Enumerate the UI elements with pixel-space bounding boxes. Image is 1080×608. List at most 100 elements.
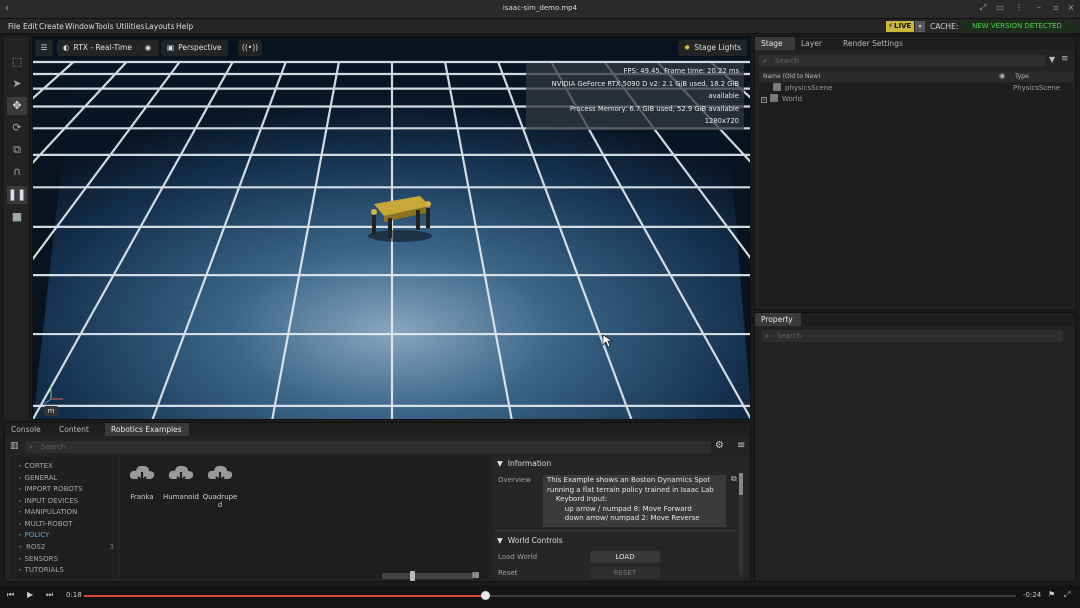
menu-help[interactable]: Help bbox=[176, 22, 193, 31]
select-mode-icon[interactable]: ⬚ bbox=[7, 53, 27, 71]
render-mode-button[interactable]: ◐ RTX - Real-Time bbox=[57, 40, 138, 56]
thumbnail-size-slider[interactable] bbox=[382, 571, 474, 581]
minimize-icon[interactable]: – bbox=[1032, 3, 1046, 15]
menu-file[interactable]: File bbox=[8, 22, 21, 31]
overview-text: This Example shows an Boston Dynamics Sp… bbox=[543, 475, 726, 527]
rotate-icon[interactable]: ⟳ bbox=[7, 119, 27, 137]
category-sensors[interactable]: • SENSORS bbox=[18, 554, 58, 565]
pip-icon[interactable]: ▭ bbox=[993, 3, 1007, 15]
stats-fps: FPS: 49.45, Frame time: 20.22 ms bbox=[623, 67, 739, 75]
example-franka[interactable]: Franka bbox=[124, 463, 160, 501]
stage-panel: Stage Layer Render Settings ⌕ Search ▼ ≡… bbox=[754, 36, 1076, 310]
example-quadruped[interactable]: Quadruped bbox=[202, 463, 238, 509]
stage-menu-icon[interactable]: ≡ bbox=[1061, 54, 1069, 64]
play-icon[interactable]: ▶ bbox=[27, 590, 33, 599]
menu-bar: File Edit Create Window Tools Utilities … bbox=[0, 19, 1080, 34]
category-ros2[interactable]: + ROS2 3 bbox=[18, 542, 114, 553]
tab-layer[interactable]: Layer bbox=[795, 37, 837, 50]
filter-icon[interactable]: ▥ bbox=[10, 441, 19, 451]
examples-search-placeholder: Search bbox=[41, 443, 66, 451]
category-policy[interactable]: • POLICY bbox=[18, 530, 49, 541]
cache-status: CACHE: bbox=[930, 22, 959, 31]
example-humanoid[interactable]: Humanoid bbox=[160, 463, 202, 501]
render-mode-label: RTX - Real-Time bbox=[73, 43, 132, 52]
more-icon[interactable]: ⋮ bbox=[1012, 3, 1026, 15]
slider-thumb[interactable] bbox=[410, 571, 415, 581]
menu-tools[interactable]: Tools bbox=[95, 22, 113, 31]
scale-icon[interactable]: ⧉ bbox=[7, 141, 27, 159]
filter-icon[interactable]: ▼ bbox=[1049, 55, 1055, 64]
seek-thumb[interactable] bbox=[480, 591, 490, 600]
category-import-robots[interactable]: • IMPORT ROBOTS bbox=[18, 484, 83, 495]
collapse-icon: ▼ bbox=[497, 459, 503, 468]
close-icon[interactable]: × bbox=[1064, 3, 1078, 15]
stage-lights-button[interactable]: ✹ Stage Lights bbox=[678, 40, 747, 56]
tab-content[interactable]: Content bbox=[53, 423, 103, 436]
category-cortex[interactable]: • CORTEX bbox=[18, 461, 53, 472]
live-dropdown-icon[interactable]: ▾ bbox=[915, 21, 925, 32]
info-scrollbar[interactable] bbox=[739, 473, 743, 575]
bulb-icon: ◐ bbox=[63, 43, 70, 52]
menu-utilities[interactable]: Utilities bbox=[116, 22, 144, 31]
fullscreen-icon[interactable]: ⤢ bbox=[976, 3, 990, 15]
move-icon[interactable]: ✥ bbox=[7, 97, 27, 115]
seek-bar[interactable] bbox=[84, 591, 1016, 600]
column-type[interactable]: Type bbox=[1015, 73, 1029, 80]
camera-button[interactable]: ▣ Perspective bbox=[161, 40, 228, 56]
next-icon[interactable]: ⏭ bbox=[46, 590, 53, 600]
stats-gpu: NVIDIA GeForce RTX 5090 D v2: 2.1 GiB us… bbox=[551, 79, 739, 101]
audio-icon[interactable]: ((•)) bbox=[238, 40, 262, 56]
load-button[interactable]: LOAD bbox=[590, 551, 660, 563]
new-version-badge[interactable]: NEW VERSION DETECTED bbox=[958, 20, 1076, 33]
snap-icon[interactable]: ∩ bbox=[7, 163, 27, 181]
world-controls-header[interactable]: ▼ World Controls bbox=[497, 536, 563, 545]
tree-row-world[interactable]: + World bbox=[761, 94, 802, 105]
menu-edit[interactable]: Edit bbox=[23, 22, 38, 31]
menu-icon[interactable]: ≡ bbox=[737, 440, 745, 451]
scrollbar-thumb[interactable] bbox=[739, 473, 743, 495]
eye-icon[interactable]: ◉ bbox=[137, 40, 159, 56]
menu-layouts[interactable]: Layouts bbox=[145, 22, 174, 31]
stop-icon[interactable]: ■ bbox=[7, 208, 27, 226]
tab-console[interactable]: Console bbox=[5, 423, 49, 436]
axis-button[interactable]: m bbox=[44, 406, 58, 416]
column-name[interactable]: Name (Old to New) bbox=[763, 73, 820, 80]
viewport-settings-icon[interactable]: ☰ bbox=[35, 40, 53, 56]
menu-window[interactable]: Window bbox=[65, 22, 95, 31]
tab-render-settings[interactable]: Render Settings bbox=[837, 37, 917, 50]
sun-icon: ✹ bbox=[684, 43, 691, 52]
tab-property[interactable]: Property bbox=[755, 313, 801, 326]
viewport[interactable]: ☰ ◐ RTX - Real-Time ◉ ▣ Perspective ((•)) … bbox=[32, 36, 751, 420]
reset-button[interactable]: RESET bbox=[590, 567, 660, 579]
category-multi-robot[interactable]: • MULTI-ROBOT bbox=[18, 519, 72, 530]
category-general[interactable]: • GENERAL bbox=[18, 473, 57, 484]
tab-robotics-examples[interactable]: Robotics Examples bbox=[105, 423, 189, 436]
copy-icon[interactable]: ⧉ bbox=[731, 474, 737, 484]
category-input-devices[interactable]: • INPUT DEVICES bbox=[18, 496, 78, 507]
category-manipulation[interactable]: • MANIPULATION bbox=[18, 507, 77, 518]
menu-create[interactable]: Create bbox=[39, 22, 64, 31]
information-header[interactable]: ▼ Information bbox=[497, 459, 551, 468]
tree-row-physics-scene[interactable]: physicsScene bbox=[773, 83, 832, 94]
window-title: isaac-sim_demo.mp4 bbox=[502, 4, 578, 12]
property-search-input[interactable]: ⌕ Search bbox=[761, 330, 1063, 342]
viewport-toolbar: ☰ ◐ RTX - Real-Time ◉ ▣ Perspective ((•)) … bbox=[33, 37, 750, 59]
flag-icon[interactable]: ⚑ bbox=[1048, 590, 1055, 599]
visibility-column-icon: ◉ bbox=[999, 72, 1006, 80]
select-arrow-icon[interactable]: ➤ bbox=[7, 75, 27, 93]
category-tutorials[interactable]: • TUTORIALS bbox=[18, 565, 64, 576]
example-info-panel: ▼ Information Overview This Example shows… bbox=[493, 457, 745, 579]
example-label: Humanoid bbox=[163, 493, 199, 501]
stage-search-input[interactable]: ⌕ Search bbox=[759, 55, 1045, 67]
maximize-icon[interactable]: ▫ bbox=[1049, 3, 1063, 15]
gear-icon[interactable]: ⚙ bbox=[715, 440, 724, 451]
examples-search-input[interactable]: ⌕ Search bbox=[25, 441, 711, 453]
tab-stage[interactable]: Stage bbox=[755, 37, 795, 50]
expand-icon[interactable]: ⤢ bbox=[1064, 590, 1070, 600]
pause-icon[interactable]: ❚❚ bbox=[7, 186, 27, 204]
examples-grid: Franka Humanoid Quadruped ▦ bbox=[120, 457, 488, 581]
expand-icon[interactable]: + bbox=[761, 97, 767, 103]
grid-view-icon[interactable]: ▦ bbox=[472, 570, 480, 579]
previous-icon[interactable]: ⏮ bbox=[7, 590, 14, 600]
live-button[interactable]: ⚡ LIVE bbox=[886, 21, 914, 32]
